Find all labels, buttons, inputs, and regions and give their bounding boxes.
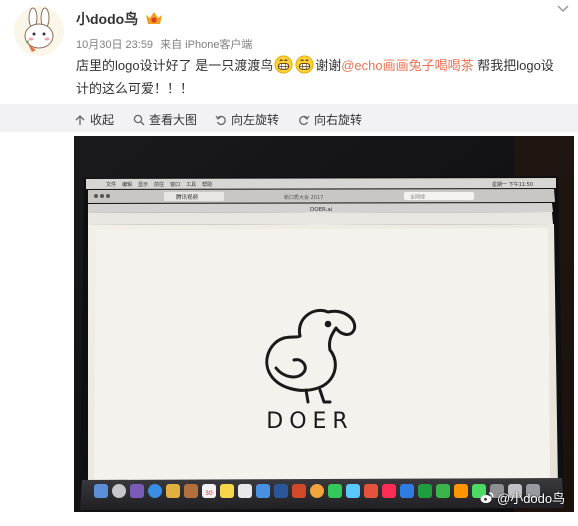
laptop-screen-photo: 文件 编辑 显示 前往 窗口 工具 帮助 星期一 下午11:50 腾讯视频 新口秀大会 20… <box>74 136 574 512</box>
username[interactable]: 小dodo鸟 <box>76 9 138 29</box>
rotate-right-button[interactable]: 向右旋转 <box>298 111 362 128</box>
post-photo[interactable]: 文件 编辑 显示 前往 窗口 工具 帮助 星期一 下午11:50 腾讯视频 新口秀大会 20… <box>74 136 574 512</box>
menubar-item: 工具 <box>186 182 196 188</box>
post-text-part2: 谢谢 <box>315 58 342 73</box>
arrow-up-icon <box>75 114 85 125</box>
menubar-clock: 星期一 下午11:50 <box>492 181 533 188</box>
rotate-left-label: 向左旋转 <box>231 113 280 127</box>
post-meta: 10月30日 23:59 来自 iPhone客户端 <box>76 36 252 52</box>
avatar[interactable] <box>14 6 64 56</box>
doc-title: DOER.ai <box>310 207 333 213</box>
weibo-post: 小dodo鸟 10月30日 23:59 来自 iPhone客户端 店里的logo… <box>0 0 578 526</box>
menubar-item: 帮助 <box>202 181 212 188</box>
menubar-item: 文件 <box>106 181 116 188</box>
rotate-left-icon <box>215 115 226 125</box>
menubar-item: 显示 <box>138 182 148 188</box>
logo-wordmark: DOER <box>266 409 353 434</box>
watermark-text: @小dodo鸟 <box>497 491 566 506</box>
menubar-item: 窗口 <box>170 181 180 188</box>
browser-search: 全网搜 <box>410 194 425 201</box>
magnifier-icon <box>133 114 145 125</box>
grin-emoji-icon <box>274 55 293 74</box>
weibo-watermark: @小dodo鸟 <box>480 488 565 507</box>
browser-tab-title: 新口秀大会 2017 <box>284 194 323 201</box>
collapse-button[interactable]: 收起 <box>74 111 114 128</box>
menubar-item: 前往 <box>154 181 164 188</box>
mention-link[interactable]: @echo画画兔子喝喝茶 <box>341 58 473 73</box>
rotate-right-label: 向右旋转 <box>314 113 363 127</box>
vip-crown-icon[interactable] <box>145 10 163 26</box>
post-source: 来自 iPhone客户端 <box>160 39 253 51</box>
post-time[interactable]: 10月30日 23:59 <box>76 39 153 51</box>
weibo-logo-icon <box>480 492 494 503</box>
view-large-button[interactable]: 查看大图 <box>133 111 197 128</box>
browser-tab: 腾讯视频 <box>176 193 199 201</box>
post-text-part1: 店里的logo设计好了 是一只渡渡鸟 <box>76 58 274 73</box>
grin-emoji-icon <box>295 55 314 74</box>
chevron-down-icon[interactable] <box>556 4 570 14</box>
rotate-left-button[interactable]: 向左旋转 <box>215 111 279 128</box>
menubar-item: 编辑 <box>122 181 132 188</box>
image-toolbar: 收起 查看大图 向左旋转 向右旋转 <box>0 104 578 132</box>
rabbit-avatar-icon <box>14 6 64 56</box>
dock-calendar-day: 30 <box>205 490 213 497</box>
post-text: 店里的logo设计好了 是一只渡渡鸟 谢谢@echo画画兔子喝喝茶 帮我把logo… <box>76 54 556 100</box>
rotate-right-icon <box>299 115 310 125</box>
view-large-label: 查看大图 <box>149 113 198 127</box>
collapse-label: 收起 <box>90 113 115 127</box>
